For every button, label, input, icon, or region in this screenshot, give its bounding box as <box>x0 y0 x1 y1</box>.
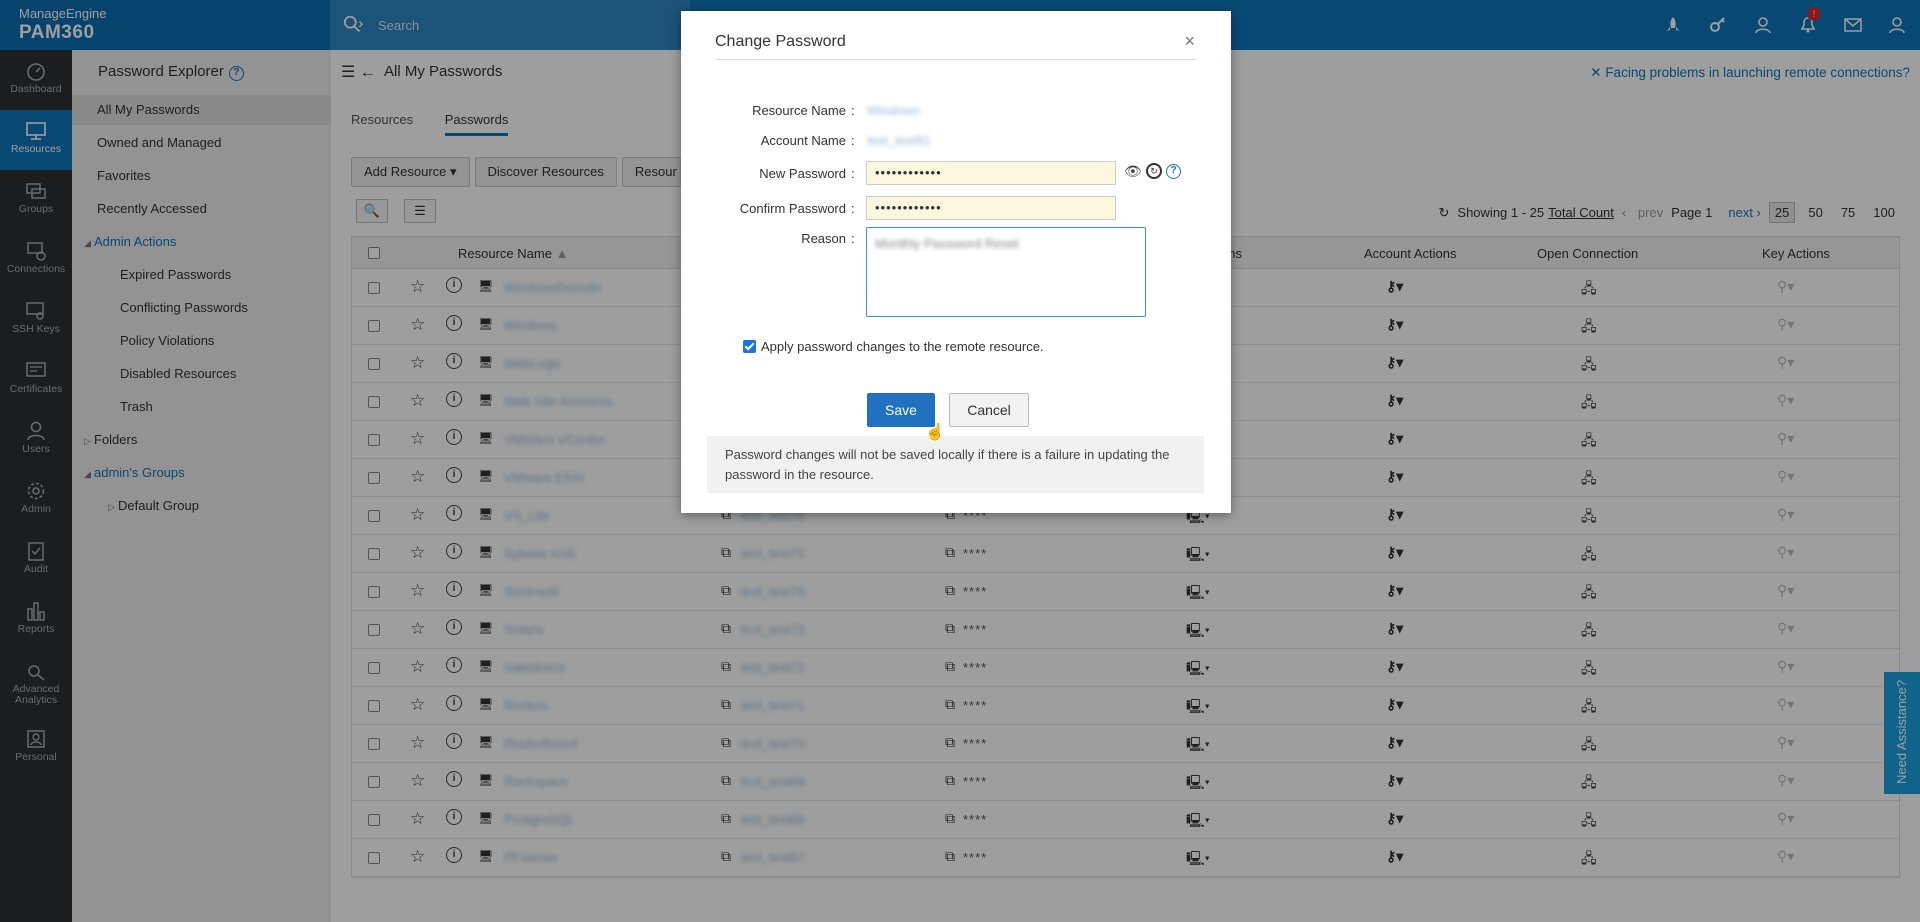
colon: : <box>851 103 855 118</box>
new-password-label: New Password <box>759 166 846 181</box>
pointer-cursor-icon: ☝ <box>925 424 945 441</box>
info-note: Password changes will not be saved local… <box>707 436 1204 493</box>
dialog-title: Change Password <box>715 33 846 50</box>
generate-password-icon[interactable]: ↻ <box>1146 163 1162 179</box>
resource-name-value: Windows <box>867 103 920 118</box>
reason-textarea[interactable]: Monthly Password Reset <box>866 227 1146 317</box>
reason-text: Monthly Password Reset <box>875 236 1019 251</box>
title-divider <box>715 59 1197 60</box>
close-icon[interactable]: × <box>1184 31 1195 52</box>
colon: : <box>851 231 855 246</box>
new-password-field[interactable]: •••••••••••• <box>866 161 1116 185</box>
change-password-dialog: Change Password × Resource Name : Window… <box>681 11 1231 513</box>
colon: : <box>851 201 855 216</box>
colon: : <box>851 166 855 181</box>
account-name-label: Account Name <box>760 133 846 148</box>
apply-remote-option: Apply password changes to the remote res… <box>743 339 1044 354</box>
cancel-button[interactable]: Cancel <box>949 393 1029 427</box>
apply-remote-checkbox[interactable] <box>743 340 756 353</box>
confirm-password-field[interactable]: •••••••••••• <box>866 196 1116 220</box>
reason-label: Reason <box>801 231 846 246</box>
eye-icon[interactable]: 👁 <box>1124 163 1142 180</box>
help-icon[interactable]: ? <box>1166 164 1181 179</box>
apply-remote-label: Apply password changes to the remote res… <box>761 339 1044 354</box>
account-name-value: test_test81 <box>867 133 931 148</box>
resource-name-label: Resource Name <box>752 103 846 118</box>
confirm-password-label: Confirm Password <box>739 201 846 216</box>
colon: : <box>851 133 855 148</box>
